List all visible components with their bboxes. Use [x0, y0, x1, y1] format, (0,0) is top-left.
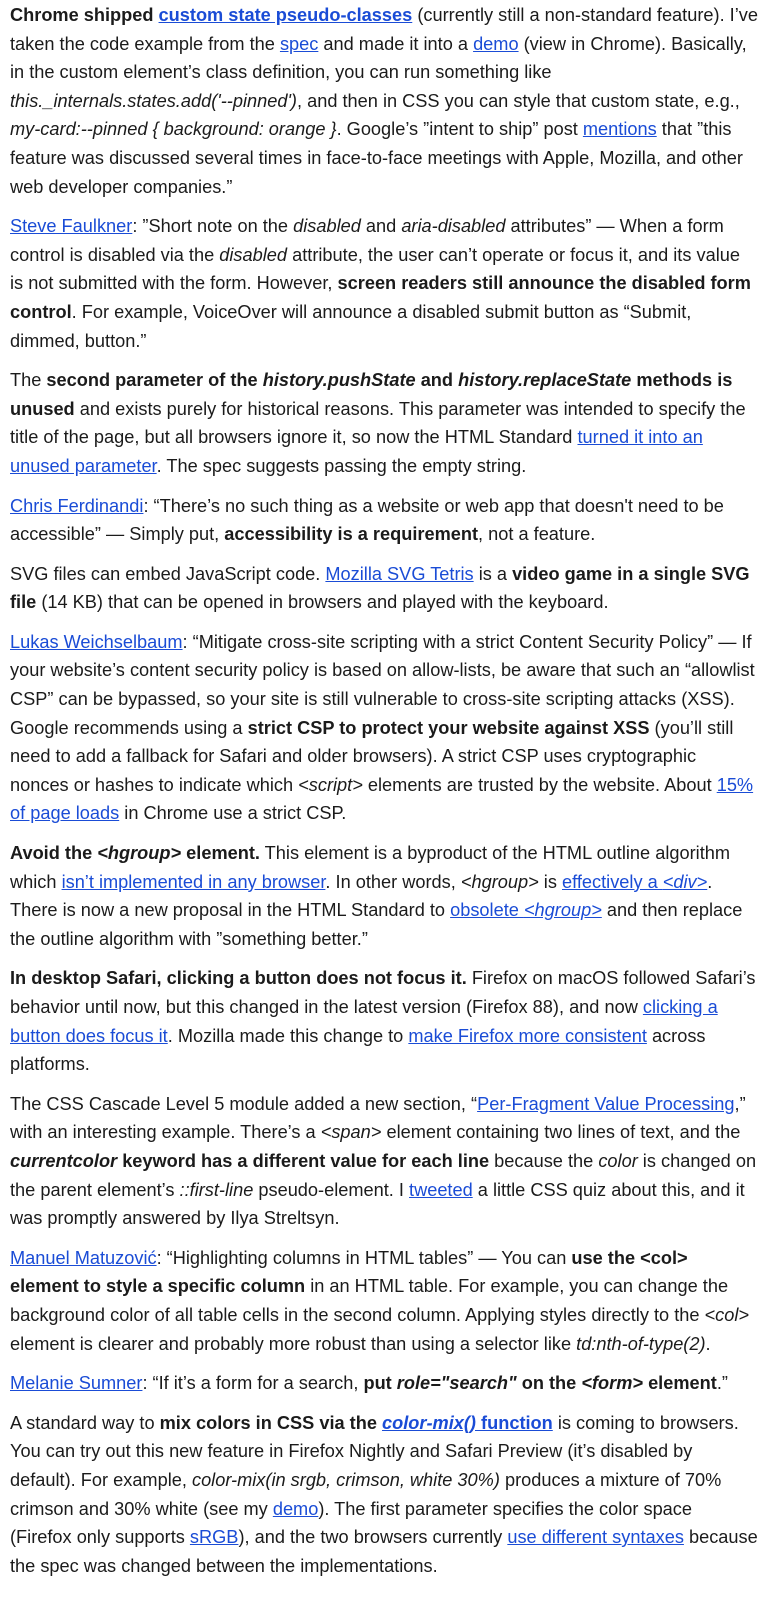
text-run: , not a feature.: [478, 524, 596, 545]
text-run: element: [643, 1373, 717, 1394]
text-run: . In other words,: [325, 871, 461, 892]
text-run: aria-disabled: [401, 216, 506, 237]
inline-link[interactable]: custom state pseudo-classes: [159, 5, 413, 25]
paragraph-hgroup: Avoid the <hgroup> element. This element…: [10, 839, 758, 953]
text-run: element containing two lines of text, an…: [381, 1122, 741, 1143]
inline-link[interactable]: function: [476, 1413, 553, 1433]
paragraph-role-search: Melanie Sumner: “If it’s a form for a se…: [10, 1369, 758, 1398]
text-run: disabled: [293, 216, 361, 237]
text-run: (14 KB) that can be opened in browsers a…: [36, 592, 609, 613]
inline-link[interactable]: Steve Faulkner: [10, 216, 132, 236]
paragraph-history-pushstate: The second parameter of the history.push…: [10, 366, 758, 480]
text-run: A standard way to: [10, 1412, 160, 1433]
text-run: .”: [716, 1373, 728, 1394]
inline-link[interactable]: Chris Ferdinandi: [10, 496, 143, 516]
text-run: color-mix(in srgb, crimson, white 30%): [191, 1469, 500, 1490]
inline-link[interactable]: Mozilla SVG Tetris: [325, 564, 473, 584]
text-run: in Chrome use a strict CSP.: [119, 803, 347, 824]
text-run: elements are trusted by the website. Abo…: [362, 774, 717, 795]
text-run: second parameter of the: [46, 370, 263, 391]
text-run: role="search": [396, 1373, 517, 1394]
text-run: . Mozilla made this change to: [167, 1025, 409, 1046]
inline-link[interactable]: mentions: [583, 119, 657, 139]
text-run: <form>: [581, 1373, 644, 1394]
text-run: and made it into a: [318, 33, 474, 54]
text-run: is a: [473, 563, 513, 584]
text-run: history.pushState: [262, 370, 416, 391]
inline-link[interactable]: effectively a: [562, 872, 663, 892]
text-run: <span>: [320, 1122, 382, 1143]
text-run: is: [538, 871, 562, 892]
text-run: and: [415, 370, 459, 391]
paragraph-col-element: Manuel Matuzović: “Highlighting columns …: [10, 1244, 758, 1358]
text-run: <hgroup>: [460, 871, 539, 892]
article-body: Chrome shipped custom state pseudo-class…: [0, 1, 768, 1580]
inline-link[interactable]: sRGB: [190, 1527, 239, 1547]
text-run: The CSS Cascade Level 5 module added a n…: [10, 1093, 478, 1114]
inline-link[interactable]: demo: [273, 1499, 319, 1519]
paragraph-safari-focus: In desktop Safari, clicking a button doe…: [10, 964, 758, 1078]
text-run: .: [705, 1333, 711, 1354]
text-run: disabled: [219, 244, 288, 265]
text-run: <hgroup>: [97, 843, 182, 864]
text-run: because the: [489, 1150, 599, 1171]
text-run: <col>: [704, 1304, 750, 1325]
text-run: . The spec suggests passing the empty st…: [156, 455, 527, 476]
inline-link[interactable]: <div>: [663, 872, 708, 892]
text-run: my-card:--pinned { background: orange }: [10, 119, 337, 140]
paragraph-strict-csp: Lukas Weichselbaum: “Mitigate cross-site…: [10, 628, 758, 828]
inline-link[interactable]: spec: [280, 34, 318, 54]
text-run: accessibility is a requirement: [224, 524, 479, 545]
text-run: ::first-line: [179, 1179, 254, 1200]
text-run: element.: [181, 843, 260, 864]
text-run: element is clearer and probably more rob…: [10, 1333, 577, 1354]
paragraph-css-cascade: The CSS Cascade Level 5 module added a n…: [10, 1090, 758, 1233]
text-run: keyword has a different value for each l…: [117, 1150, 490, 1171]
text-run: history.replaceState: [458, 370, 632, 391]
text-run: color: [598, 1150, 638, 1171]
text-run: , and then in CSS you can style that cus…: [296, 90, 740, 111]
inline-link[interactable]: obsolete: [450, 900, 524, 920]
inline-link[interactable]: make Firefox more consistent: [408, 1026, 647, 1046]
text-run: pseudo-element. I: [253, 1179, 410, 1200]
inline-link[interactable]: isn’t implemented in any browser: [62, 872, 326, 892]
paragraph-svg-tetris: SVG files can embed JavaScript code. Moz…: [10, 560, 758, 617]
text-run: In desktop Safari, clicking a button doe…: [10, 968, 467, 989]
text-run: The: [10, 370, 47, 391]
paragraph-disabled-attributes: Steve Faulkner: ”Short note on the disab…: [10, 212, 758, 355]
paragraph-accessibility: Chris Ferdinandi: “There’s no such thing…: [10, 492, 758, 549]
text-run: : “If it’s a form for a search,: [142, 1373, 364, 1394]
inline-link[interactable]: Per-Fragment Value Processing: [477, 1094, 734, 1114]
text-run: td:nth-of-type(2): [576, 1333, 706, 1354]
inline-link[interactable]: Melanie Sumner: [10, 1373, 142, 1393]
inline-link[interactable]: <hgroup>: [524, 900, 602, 920]
inline-link[interactable]: demo: [473, 34, 519, 54]
text-run: Avoid the: [10, 843, 98, 864]
paragraph-custom-state: Chrome shipped custom state pseudo-class…: [10, 1, 758, 201]
text-run: put: [363, 1373, 397, 1394]
text-run: strict CSP to protect your website again…: [247, 717, 650, 738]
paragraph-color-mix: A standard way to mix colors in CSS via …: [10, 1409, 758, 1581]
text-run: : ”Short note on the: [132, 216, 294, 237]
text-run: SVG files can embed JavaScript code.: [10, 563, 326, 584]
text-run: : “Highlighting columns in HTML tables” …: [156, 1247, 572, 1268]
text-run: <script>: [298, 774, 363, 795]
inline-link[interactable]: Manuel Matuzović: [10, 1248, 157, 1268]
text-run: . Google’s ”intent to ship” post: [336, 119, 583, 140]
inline-link[interactable]: use different syntaxes: [507, 1527, 684, 1547]
text-run: Chrome shipped: [10, 5, 159, 25]
inline-link[interactable]: Lukas Weichselbaum: [10, 632, 183, 652]
text-run: mix colors in CSS via the: [159, 1412, 383, 1433]
text-run: ), and the two browsers currently: [238, 1527, 508, 1548]
inline-link[interactable]: tweeted: [409, 1180, 473, 1200]
text-run: and: [360, 216, 402, 237]
inline-link[interactable]: color-mix(): [382, 1413, 476, 1433]
text-run: . For example, VoiceOver will announce a…: [10, 301, 692, 351]
text-run: on the: [516, 1373, 582, 1394]
text-run: currentcolor: [10, 1150, 118, 1171]
text-run: this._internals.states.add('--pinned'): [10, 90, 297, 111]
